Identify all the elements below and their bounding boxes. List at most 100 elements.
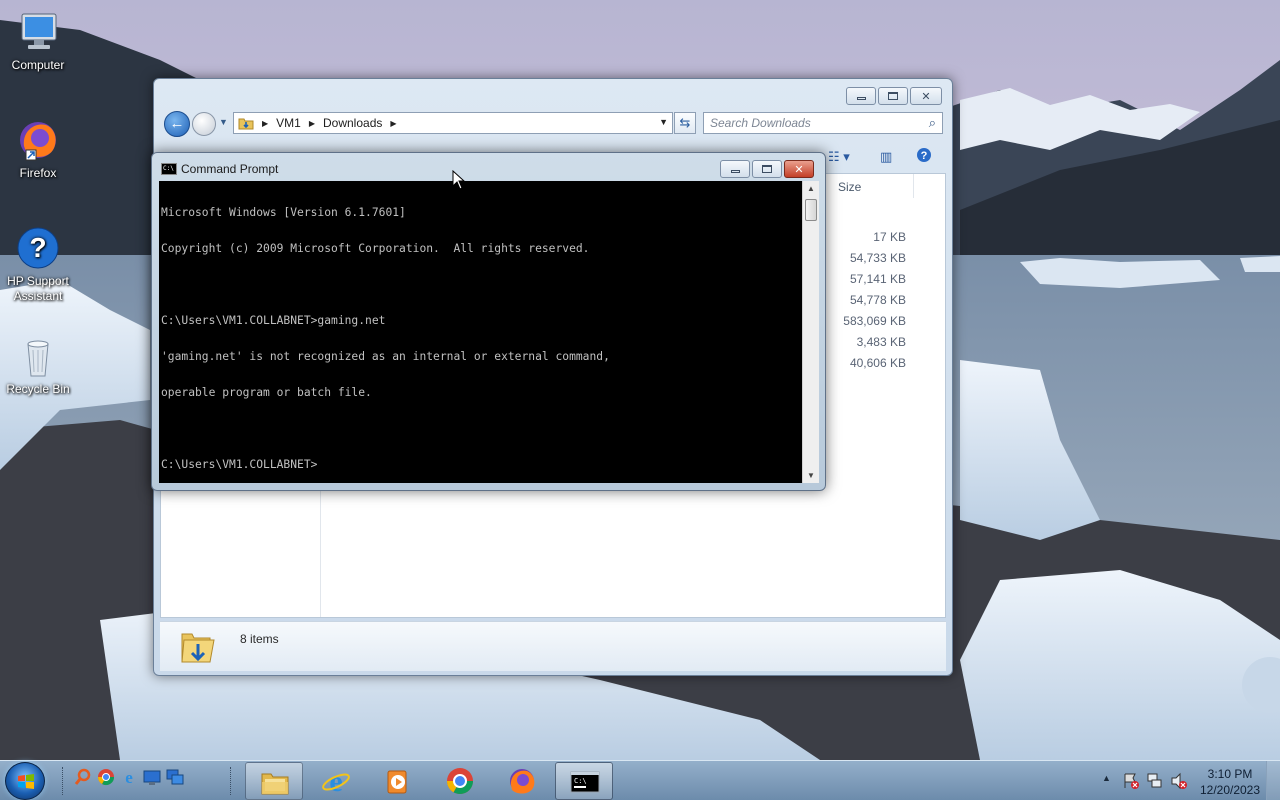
recent-pages-dropdown[interactable]: ▼ <box>219 117 228 127</box>
minimize-icon <box>730 170 740 173</box>
preview-pane-icon[interactable]: ▥ <box>880 149 892 165</box>
console-prompt-line[interactable]: C:\Users\VM1.COLLABNET> <box>161 459 800 471</box>
address-bar[interactable]: ▶ VM1 ▶ Downloads ▶ ▼ <box>233 112 673 134</box>
folder-icon <box>238 118 254 130</box>
breadcrumb-vm1[interactable]: VM1 <box>276 116 301 130</box>
start-button[interactable] <box>5 762 45 800</box>
toolbar-grip[interactable] <box>62 767 65 795</box>
desktop-icon-computer[interactable]: Computer <box>0 8 76 73</box>
refresh-icon: ⇆ <box>679 115 691 130</box>
maximize-button[interactable] <box>752 160 782 178</box>
taskbar-command-prompt-button[interactable]: C:\ <box>555 762 613 800</box>
close-icon: ✕ <box>921 90 931 103</box>
restore-button[interactable] <box>878 87 908 105</box>
console-line: C:\Users\VM1.COLLABNET>gaming.net <box>161 314 386 327</box>
maximize-icon <box>762 165 772 173</box>
chrome-quicklaunch-icon[interactable] <box>97 768 115 786</box>
taskbar-internet-explorer-button[interactable]: e <box>307 762 365 800</box>
column-divider[interactable] <box>913 174 914 198</box>
toolbar-grip[interactable] <box>230 767 233 795</box>
search-icon: ⌕ <box>928 115 936 130</box>
breadcrumb-separator-icon[interactable]: ▶ <box>390 119 396 128</box>
vertical-scrollbar[interactable]: ▲ ▼ <box>802 181 819 483</box>
desktop-icon-recycle-bin[interactable]: Recycle Bin <box>0 332 76 397</box>
window-title: Command Prompt <box>181 162 279 176</box>
desktop-icon-firefox[interactable]: Firefox <box>0 116 76 181</box>
forward-button[interactable] <box>192 112 216 136</box>
help-icon: ? <box>14 224 62 272</box>
console-line: operable program or batch file. <box>161 386 372 399</box>
taskbar: e e C:\ ▲ 3:10 PM 12/20/2023 <box>0 760 1280 800</box>
recycle-bin-icon <box>14 332 62 380</box>
taskbar-firefox-button[interactable] <box>493 762 551 800</box>
show-desktop-button[interactable] <box>1266 761 1280 800</box>
help-icon: ? <box>917 148 931 162</box>
taskbar-explorer-button[interactable] <box>245 762 303 800</box>
refresh-button[interactable]: ⇆ <box>674 112 696 134</box>
volume-muted-icon[interactable] <box>1170 772 1188 790</box>
command-prompt-icon[interactable]: C:\ <box>161 163 177 175</box>
desktop-quicklaunch-icon[interactable] <box>143 768 161 786</box>
command-prompt-window[interactable]: C:\ Command Prompt ✕ Microsoft Windows [… <box>151 152 826 491</box>
explorer-navigation-bar: ← ▼ ▶ VM1 ▶ Downloads ▶ ▼ ⇆ Search Downl… <box>162 111 943 137</box>
downloads-folder-icon <box>181 633 215 663</box>
svg-text:?: ? <box>29 232 46 263</box>
taskbar-media-player-button[interactable] <box>369 762 427 800</box>
breadcrumb-separator-icon[interactable]: ▶ <box>262 119 268 128</box>
console-line: Microsoft Windows [Version 6.1.7601] <box>161 206 406 219</box>
column-header-size[interactable]: Size <box>838 180 861 194</box>
restore-icon <box>888 92 898 100</box>
desktop-icon-label: HP Support Assistant <box>7 274 69 303</box>
minimize-button[interactable] <box>720 160 750 178</box>
firefox-icon <box>510 769 535 794</box>
address-dropdown-icon[interactable]: ▼ <box>659 117 668 127</box>
action-center-icon[interactable] <box>1122 772 1140 790</box>
close-button[interactable]: ✕ <box>784 160 814 178</box>
desktop-icon-label: Recycle Bin <box>6 382 70 396</box>
explorer-caption-buttons: ✕ <box>846 87 942 105</box>
clock-time: 3:10 PM <box>1207 767 1253 781</box>
svg-text:e: e <box>125 768 133 786</box>
desktop-icon-label: Firefox <box>19 166 57 180</box>
internet-explorer-quicklaunch-icon[interactable]: e <box>120 768 138 786</box>
internet-explorer-icon: e <box>322 767 350 795</box>
desktop-icon-label: Computer <box>11 58 65 72</box>
breadcrumb-separator-icon[interactable]: ▶ <box>309 119 315 128</box>
clock-date: 12/20/2023 <box>1199 783 1261 797</box>
system-clock[interactable]: 3:10 PM 12/20/2023 <box>1190 766 1270 798</box>
desktop-icon-hp-support[interactable]: ? HP Support Assistant <box>0 224 76 304</box>
console-output[interactable]: Microsoft Windows [Version 6.1.7601] Cop… <box>159 181 802 483</box>
cmd-caption-buttons: ✕ <box>720 160 814 178</box>
remote-desktop-quicklaunch-icon[interactable] <box>166 768 184 786</box>
show-hidden-icons-button[interactable]: ▲ <box>1102 773 1111 783</box>
chrome-icon <box>446 768 474 795</box>
network-icon[interactable] <box>1146 772 1164 790</box>
view-options-icon[interactable]: ☷ ▾ <box>828 149 850 165</box>
minimize-icon <box>856 97 866 100</box>
arrow-left-icon: ← <box>169 115 185 132</box>
search-quicklaunch-icon[interactable] <box>74 768 92 786</box>
close-button[interactable]: ✕ <box>910 87 942 105</box>
scroll-down-icon[interactable]: ▼ <box>803 471 819 480</box>
search-placeholder: Search Downloads <box>710 116 811 130</box>
console-line: 'gaming.net' is not recognized as an int… <box>161 350 610 363</box>
windows-logo-icon <box>18 774 34 789</box>
back-button[interactable]: ← <box>164 111 190 137</box>
search-input[interactable]: Search Downloads ⌕ <box>703 112 943 134</box>
item-count: 8 items <box>240 632 279 646</box>
command-prompt-icon: C:\ <box>570 771 600 793</box>
details-pane: 8 items <box>160 621 946 671</box>
breadcrumb-downloads[interactable]: Downloads <box>323 116 382 130</box>
scrollbar-thumb[interactable] <box>805 199 817 221</box>
close-icon: ✕ <box>794 163 804 176</box>
folder-icon <box>261 773 289 795</box>
media-player-icon <box>387 770 407 794</box>
help-button[interactable]: ? <box>916 147 932 166</box>
minimize-button[interactable] <box>846 87 876 105</box>
taskbar-chrome-button[interactable] <box>431 762 489 800</box>
scroll-up-icon[interactable]: ▲ <box>803 184 819 193</box>
mouse-cursor-icon <box>452 170 466 190</box>
console-line: Copyright (c) 2009 Microsoft Corporation… <box>161 242 590 255</box>
